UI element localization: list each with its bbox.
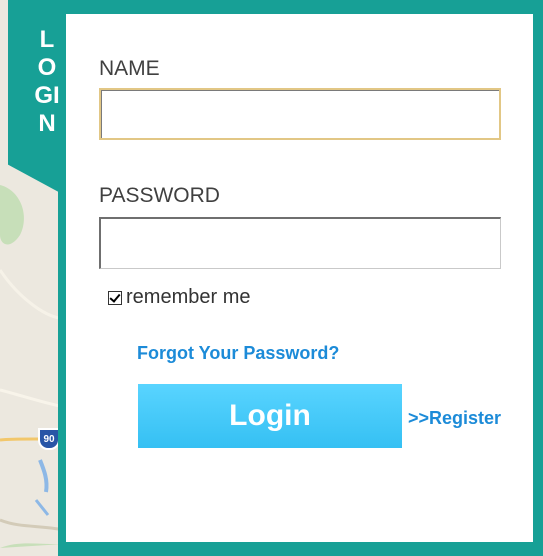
forgot-password-link[interactable]: Forgot Your Password? xyxy=(137,343,339,364)
name-label: NAME xyxy=(99,57,160,80)
highway-shield-icon: 90 xyxy=(38,428,60,450)
login-panel: NAME PASSWORD remember me Forgot Your Pa… xyxy=(66,14,533,542)
login-button[interactable]: Login xyxy=(138,384,402,448)
register-link[interactable]: >>Register xyxy=(408,408,501,429)
login-tab: LOGIN xyxy=(8,0,66,196)
frame-top xyxy=(8,0,543,14)
frame-bottom xyxy=(58,542,543,556)
highway-shield-number: 90 xyxy=(43,433,55,445)
frame-right xyxy=(533,0,543,556)
remember-me-checkbox[interactable] xyxy=(108,290,122,305)
remember-me-row[interactable]: remember me xyxy=(108,286,250,309)
name-input[interactable] xyxy=(99,88,501,140)
password-label: PASSWORD xyxy=(99,184,220,207)
remember-me-label: remember me xyxy=(126,286,251,308)
login-tab-label: LOGIN xyxy=(34,26,60,137)
password-input[interactable] xyxy=(99,217,501,269)
